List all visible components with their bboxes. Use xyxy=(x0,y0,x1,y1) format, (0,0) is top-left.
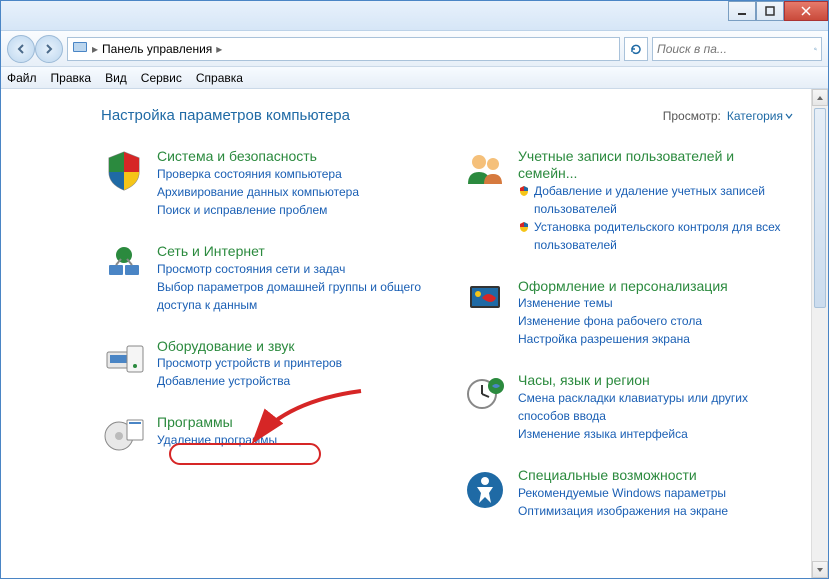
category-title[interactable]: Система и безопасность xyxy=(157,148,432,165)
nav-back-button[interactable] xyxy=(7,35,35,63)
search-icon xyxy=(814,42,817,56)
scroll-track[interactable] xyxy=(812,310,828,561)
content: Настройка параметров компьютера Просмотр… xyxy=(1,89,828,578)
control-panel-icon xyxy=(72,39,88,58)
category-link[interactable]: Рекомендуемые Windows параметры xyxy=(518,484,793,502)
shield-icon xyxy=(518,220,530,232)
category: Учетные записи пользователей и семейн...… xyxy=(462,148,793,254)
category: Специальные возможностиРекомендуемые Win… xyxy=(462,467,793,520)
category: Оборудование и звукПросмотр устройств и … xyxy=(101,338,432,391)
minimize-button[interactable] xyxy=(728,1,756,21)
category-link[interactable]: Поиск и исправление проблем xyxy=(157,201,432,219)
view-by-label: Просмотр: xyxy=(663,109,721,123)
access-icon xyxy=(462,467,508,513)
category: Сеть и ИнтернетПросмотр состояния сети и… xyxy=(101,243,432,314)
category: Система и безопасностьПроверка состояния… xyxy=(101,148,432,219)
users-icon xyxy=(462,148,508,194)
right-column: Учетные записи пользователей и семейн...… xyxy=(462,148,793,520)
close-button[interactable] xyxy=(784,1,828,21)
category: ПрограммыУдаление программы xyxy=(101,414,432,460)
system-icon xyxy=(101,148,147,194)
scroll-up-button[interactable] xyxy=(812,89,828,106)
category-link[interactable]: Проверка состояния компьютера xyxy=(157,165,432,183)
category-title[interactable]: Оформление и персонализация xyxy=(518,278,793,295)
left-column: Система и безопасностьПроверка состояния… xyxy=(101,148,432,520)
category-link[interactable]: Настройка разрешения экрана xyxy=(518,330,793,348)
category-link[interactable]: Оптимизация изображения на экране xyxy=(518,502,793,520)
category-link[interactable]: Смена раскладки клавиатуры или других сп… xyxy=(518,389,793,425)
menu-tools[interactable]: Сервис xyxy=(141,71,182,85)
search-input[interactable] xyxy=(657,42,814,56)
category-link[interactable]: Добавление устройства xyxy=(157,372,432,390)
breadcrumb-sep: ▸ xyxy=(92,42,98,56)
nav-forward-button[interactable] xyxy=(35,35,63,63)
programs-icon xyxy=(101,414,147,460)
control-panel-window: ▸ Панель управления ▸ Файл Правка Вид Се… xyxy=(0,0,829,579)
view-by-dropdown[interactable]: Категория xyxy=(727,109,793,123)
breadcrumb[interactable]: ▸ Панель управления ▸ xyxy=(67,37,620,61)
refresh-button[interactable] xyxy=(624,37,648,61)
view-by: Просмотр: Категория xyxy=(663,109,793,123)
appearance-icon xyxy=(462,278,508,324)
category: Оформление и персонализацияИзменение тем… xyxy=(462,278,793,349)
scroll-down-button[interactable] xyxy=(812,561,828,578)
category-link[interactable]: Удаление программы xyxy=(157,431,432,449)
category-link[interactable]: Архивирование данных компьютера xyxy=(157,183,432,201)
clock-icon xyxy=(462,372,508,418)
menu-file[interactable]: Файл xyxy=(7,71,37,85)
page-title: Настройка параметров компьютера xyxy=(101,107,350,124)
category-title[interactable]: Специальные возможности xyxy=(518,467,793,484)
main-panel: Настройка параметров компьютера Просмотр… xyxy=(1,89,811,578)
chevron-down-icon xyxy=(785,112,793,120)
category-link[interactable]: Изменение языка интерфейса xyxy=(518,425,793,443)
menu-help[interactable]: Справка xyxy=(196,71,243,85)
breadcrumb-text[interactable]: Панель управления xyxy=(102,42,212,56)
category: Часы, язык и регионСмена раскладки клави… xyxy=(462,372,793,443)
breadcrumb-sep: ▸ xyxy=(216,42,222,56)
scroll-thumb[interactable] xyxy=(814,108,826,308)
category-link[interactable]: Выбор параметров домашней группы и общег… xyxy=(157,278,432,314)
titlebar xyxy=(1,1,828,31)
category-title[interactable]: Оборудование и звук xyxy=(157,338,432,355)
menu-edit[interactable]: Правка xyxy=(51,71,92,85)
category-title[interactable]: Программы xyxy=(157,414,432,431)
maximize-button[interactable] xyxy=(756,1,784,21)
menu-view[interactable]: Вид xyxy=(105,71,127,85)
category-title[interactable]: Сеть и Интернет xyxy=(157,243,432,260)
network-icon xyxy=(101,243,147,289)
category-link[interactable]: Установка родительского контроля для все… xyxy=(518,218,793,254)
category-link[interactable]: Добавление и удаление учетных записей по… xyxy=(518,182,793,218)
category-title[interactable]: Учетные записи пользователей и семейн... xyxy=(518,148,793,182)
category-link[interactable]: Изменение темы xyxy=(518,294,793,312)
scrollbar[interactable] xyxy=(811,89,828,578)
navbar: ▸ Панель управления ▸ xyxy=(1,31,828,67)
search-box[interactable] xyxy=(652,37,822,61)
category-link[interactable]: Изменение фона рабочего стола xyxy=(518,312,793,330)
category-link[interactable]: Просмотр устройств и принтеров xyxy=(157,354,432,372)
hardware-icon xyxy=(101,338,147,384)
category-link[interactable]: Просмотр состояния сети и задач xyxy=(157,260,432,278)
menubar: Файл Правка Вид Сервис Справка xyxy=(1,67,828,89)
shield-icon xyxy=(518,184,530,196)
category-title[interactable]: Часы, язык и регион xyxy=(518,372,793,389)
